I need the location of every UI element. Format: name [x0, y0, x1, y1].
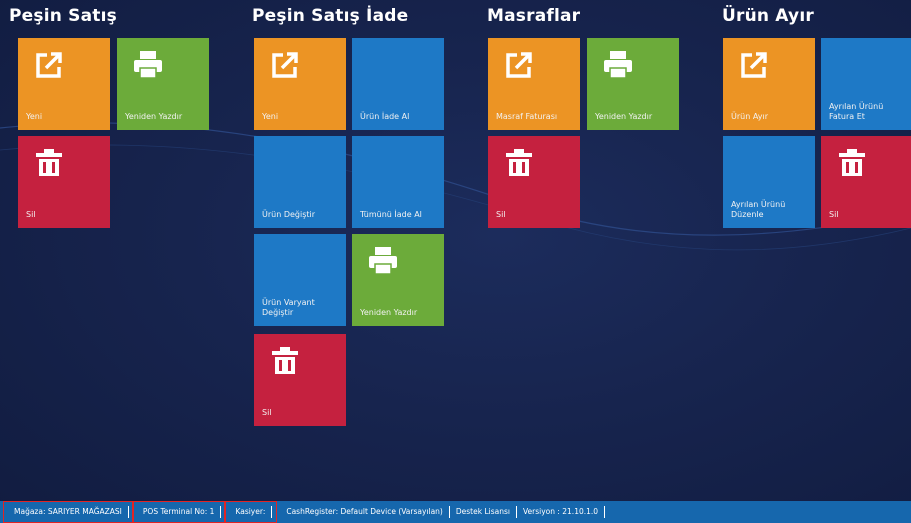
external-link-icon [272, 52, 298, 78]
tile-tumunu-iade-al[interactable]: Tümünü İade Al [352, 136, 444, 228]
tile-label: Sil [496, 210, 506, 219]
tile-urun-iade-al[interactable]: Ürün İade Al [352, 38, 444, 130]
status-cashier: Kasiyer: [224, 501, 278, 523]
tile-pesin-satis-yeni[interactable]: Yeni [18, 38, 110, 130]
external-link-icon [741, 52, 767, 78]
external-link-icon [506, 52, 532, 78]
tile-ayrilan-urunu-duzenle[interactable]: Ayrılan Ürünü Düzenle [723, 136, 815, 228]
trash-icon [36, 149, 62, 176]
group-title-masraflar: Masraflar [487, 6, 581, 26]
tile-label: Sil [829, 210, 839, 219]
tile-masraf-faturasi[interactable]: Masraf Faturası [488, 38, 580, 130]
tile-label: Ürün İade Al [360, 112, 410, 121]
tile-label: Ürün Varyant Değiştir [262, 298, 315, 317]
tile-label: Ayrılan Ürünü Düzenle [731, 200, 786, 219]
tile-ayrilan-urunu-fatura-et[interactable]: Ayrılan Ürünü Fatura Et [821, 38, 911, 130]
group-title-pesin-satis-iade: Peşin Satış İade [252, 6, 409, 26]
tile-label: Ürün Değiştir [262, 210, 316, 219]
tile-label: Yeniden Yazdır [125, 112, 183, 121]
tile-label: Ürün Ayır [731, 112, 769, 121]
status-store: Mağaza: SARIYER MAĞAZASI [3, 501, 134, 523]
tile-label: Ayrılan Ürünü Fatura Et [829, 102, 884, 121]
tile-label: Tümünü İade Al [360, 210, 422, 219]
tile-masraf-yeniden-yazdir[interactable]: Yeniden Yazdır [587, 38, 679, 130]
tile-label: Yeniden Yazdır [360, 308, 418, 317]
printer-icon [369, 247, 397, 275]
tile-masraf-sil[interactable]: Sil [488, 136, 580, 228]
tile-iade-yeni[interactable]: Yeni [254, 38, 346, 130]
status-version: Versiyon : 21.10.1.0 [517, 506, 606, 518]
tile-label: Yeni [262, 112, 279, 121]
tile-iade-yeniden-yazdir[interactable]: Yeniden Yazdır [352, 234, 444, 326]
tile-label: Yeni [26, 112, 43, 121]
tile-label: Sil [262, 408, 272, 417]
status-bar: Mağaza: SARIYER MAĞAZASI POS Terminal No… [0, 501, 911, 523]
tile-urun-varyant-degistir[interactable]: Ürün Varyant Değiştir [254, 234, 346, 326]
group-title-pesin-satis: Peşin Satış [9, 6, 117, 26]
tile-iade-sil[interactable]: Sil [254, 334, 346, 426]
tile-pesin-satis-sil[interactable]: Sil [18, 136, 110, 228]
tile-pesin-satis-yeniden-yazdir[interactable]: Yeniden Yazdır [117, 38, 209, 130]
trash-icon [272, 347, 298, 374]
printer-icon [134, 51, 162, 79]
tile-urun-degistir[interactable]: Ürün Değiştir [254, 136, 346, 228]
status-license: Destek Lisansı [450, 506, 517, 518]
status-terminal: POS Terminal No: 1 [131, 501, 227, 523]
status-cash-register: CashRegister: Default Device (Varsayılan… [280, 506, 450, 518]
external-link-icon [36, 52, 62, 78]
tile-label: Sil [26, 210, 36, 219]
printer-icon [604, 51, 632, 79]
trash-icon [506, 149, 532, 176]
tile-ayir-sil[interactable]: Sil [821, 136, 911, 228]
trash-icon [839, 149, 865, 176]
tile-label: Yeniden Yazdır [595, 112, 653, 121]
tile-urun-ayir[interactable]: Ürün Ayır [723, 38, 815, 130]
group-title-urun-ayir: Ürün Ayır [722, 6, 814, 26]
tile-label: Masraf Faturası [496, 112, 558, 121]
